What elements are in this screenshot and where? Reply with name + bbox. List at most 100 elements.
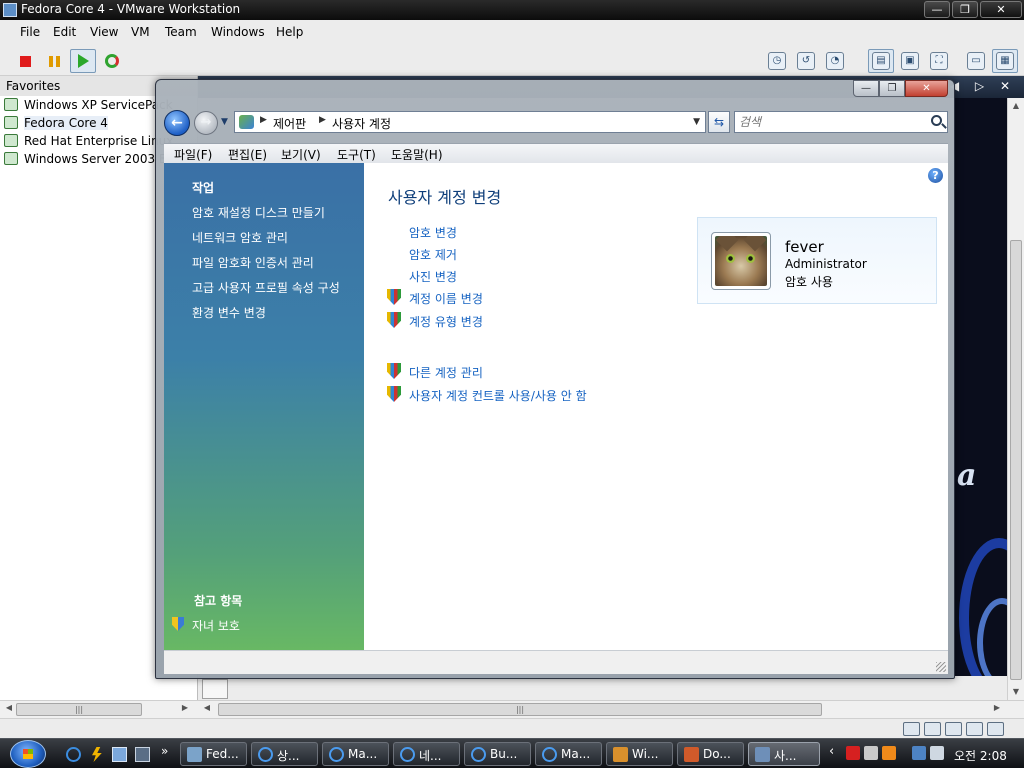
link-toggle-uac[interactable]: 사용자 계정 컨트롤 사용/사용 안 함 — [409, 387, 587, 404]
host-close-button[interactable]: ✕ — [980, 1, 1022, 18]
quick-switch-button[interactable]: ▣ — [897, 49, 923, 73]
guest-tab-icon[interactable] — [202, 679, 228, 699]
host-minimize-button[interactable]: — — [924, 1, 950, 18]
link-change-account-name[interactable]: 계정 이름 변경 — [409, 290, 483, 307]
menu-edit[interactable]: Edit — [53, 25, 76, 39]
guest-horizontal-scrollbar[interactable]: ◀ ||| ▶ — [198, 700, 1024, 718]
scroll-left-arrow-icon[interactable]: ◀ — [2, 703, 16, 712]
cdrom-icon[interactable] — [924, 722, 941, 736]
search-icon[interactable] — [931, 115, 942, 126]
scrollbar-thumb[interactable]: ||| — [16, 703, 142, 716]
quick-launch-more-icon[interactable]: » — [161, 744, 168, 758]
scroll-right-arrow-icon[interactable]: ▶ — [990, 703, 1004, 712]
summary-button[interactable]: ▭ — [963, 49, 989, 73]
window-switcher-icon[interactable] — [135, 747, 150, 762]
scroll-down-arrow-icon[interactable]: ▼ — [1008, 684, 1024, 700]
taskbar-button[interactable]: Wi... — [606, 742, 673, 766]
breadcrumb-user-accounts[interactable]: 사용자 계정 — [332, 115, 391, 132]
security-shield-icon[interactable] — [882, 746, 896, 760]
task-change-environment-variables[interactable]: 환경 변수 변경 — [192, 304, 266, 321]
floppy-icon[interactable] — [903, 722, 920, 736]
cp-menu-tools[interactable]: 도구(T) — [337, 146, 376, 163]
taskbar-button[interactable]: 네... — [393, 742, 460, 766]
menu-file[interactable]: File — [20, 25, 40, 39]
task-create-reset-disk[interactable]: 암호 재설정 디스크 만들기 — [192, 204, 325, 221]
cp-close-button[interactable]: ✕ — [905, 80, 948, 97]
reset-button[interactable] — [99, 49, 125, 73]
menu-view[interactable]: View — [90, 25, 118, 39]
taskbar-button[interactable]: Fed... — [180, 742, 247, 766]
menu-vm[interactable]: VM — [131, 25, 150, 39]
menu-team[interactable]: Team — [165, 25, 197, 39]
taskbar-button[interactable]: Bu... — [464, 742, 531, 766]
snapshot-button[interactable]: ◷ — [764, 49, 790, 73]
breadcrumb-arrow-icon[interactable]: ▶ — [319, 115, 326, 125]
volume-icon[interactable] — [930, 746, 944, 760]
guest-tab-nav[interactable]: ◀ ▷ ✕ — [950, 79, 1016, 93]
cp-menu-edit[interactable]: 편집(E) — [228, 146, 267, 163]
see-also-parental-controls[interactable]: 자녀 보호 — [192, 617, 240, 634]
task-manage-encryption-certificates[interactable]: 파일 암호화 인증서 관리 — [192, 254, 314, 271]
network-icon[interactable] — [912, 746, 926, 760]
show-desktop-icon[interactable] — [112, 747, 127, 762]
forward-button[interactable]: → — [194, 111, 218, 135]
host-maximize-button[interactable]: ❐ — [952, 1, 978, 18]
scroll-left-arrow-icon[interactable]: ◀ — [200, 703, 214, 712]
snapshot-manager-button[interactable]: ◔ — [822, 49, 848, 73]
refresh-button[interactable]: ⇆ — [708, 111, 730, 133]
antivirus-icon[interactable] — [846, 746, 860, 760]
task-manage-network-passwords[interactable]: 네트워크 암호 관리 — [192, 229, 288, 246]
start-button[interactable] — [10, 740, 46, 768]
help-icon[interactable]: ? — [928, 168, 943, 183]
menu-help[interactable]: Help — [276, 25, 303, 39]
cp-menu-view[interactable]: 보기(V) — [281, 146, 321, 163]
resize-grip-icon[interactable] — [936, 662, 946, 672]
address-bar[interactable]: ▶ 제어판 ▶ 사용자 계정 ▼ — [234, 111, 706, 133]
scrollbar-thumb[interactable] — [1010, 240, 1022, 680]
back-button[interactable]: ← — [164, 110, 190, 136]
power-off-button[interactable] — [12, 49, 38, 73]
system-tray: ‹ 오전 2:08 — [826, 741, 1024, 767]
link-change-password[interactable]: 암호 변경 — [409, 224, 457, 241]
scroll-up-arrow-icon[interactable]: ▲ — [1008, 98, 1024, 114]
scroll-right-arrow-icon[interactable]: ▶ — [178, 703, 192, 712]
revert-button[interactable]: ↺ — [793, 49, 819, 73]
taskbar-button[interactable]: Do... — [677, 742, 744, 766]
search-box[interactable] — [734, 111, 948, 133]
breadcrumb-arrow-icon[interactable]: ▶ — [260, 115, 267, 125]
favorites-horizontal-scrollbar[interactable]: ◀ ||| ▶ — [0, 700, 198, 718]
cp-maximize-button[interactable]: ❐ — [879, 80, 905, 97]
guest-vertical-scrollbar[interactable]: ▲ ▼ — [1007, 98, 1024, 700]
cp-menu-file[interactable]: 파일(F) — [174, 146, 212, 163]
breadcrumb-control-panel[interactable]: 제어판 — [273, 115, 306, 132]
address-dropdown-icon[interactable]: ▼ — [693, 117, 700, 127]
internet-explorer-icon[interactable] — [66, 747, 81, 762]
search-input[interactable] — [739, 114, 919, 130]
scrollbar-thumb[interactable]: ||| — [218, 703, 822, 716]
taskbar-button[interactable]: 상... — [251, 742, 318, 766]
taskbar-button[interactable]: Ma... — [322, 742, 389, 766]
power-on-button[interactable] — [70, 49, 96, 73]
link-change-account-type[interactable]: 계정 유형 변경 — [409, 313, 483, 330]
hard-disk-icon[interactable] — [945, 722, 962, 736]
clock[interactable]: 오전 2:08 — [954, 747, 1007, 764]
sound-icon[interactable] — [987, 722, 1004, 736]
console-button[interactable]: ▦ — [992, 49, 1018, 73]
link-change-picture[interactable]: 사진 변경 — [409, 268, 457, 285]
link-remove-password[interactable]: 암호 제거 — [409, 246, 457, 263]
task-advanced-profile-properties[interactable]: 고급 사용자 프로필 속성 구성 — [192, 279, 340, 296]
tray-expand-icon[interactable]: ‹ — [829, 744, 834, 759]
tray-app-icon[interactable] — [864, 746, 878, 760]
suspend-button[interactable] — [41, 49, 67, 73]
taskbar-button-active[interactable]: 사... — [748, 742, 820, 766]
cp-minimize-button[interactable]: — — [853, 80, 879, 97]
cp-menu-help[interactable]: 도움말(H) — [391, 146, 443, 163]
recent-pages-dropdown-icon[interactable]: ▼ — [221, 117, 228, 127]
sidebar-toggle-button[interactable]: ▤ — [868, 49, 894, 73]
flash-app-icon[interactable] — [92, 747, 102, 762]
network-icon[interactable] — [966, 722, 983, 736]
link-manage-another-account[interactable]: 다른 계정 관리 — [409, 364, 483, 381]
taskbar-button[interactable]: Ma... — [535, 742, 602, 766]
menu-windows[interactable]: Windows — [211, 25, 265, 39]
full-screen-button[interactable]: ⛶ — [926, 49, 952, 73]
